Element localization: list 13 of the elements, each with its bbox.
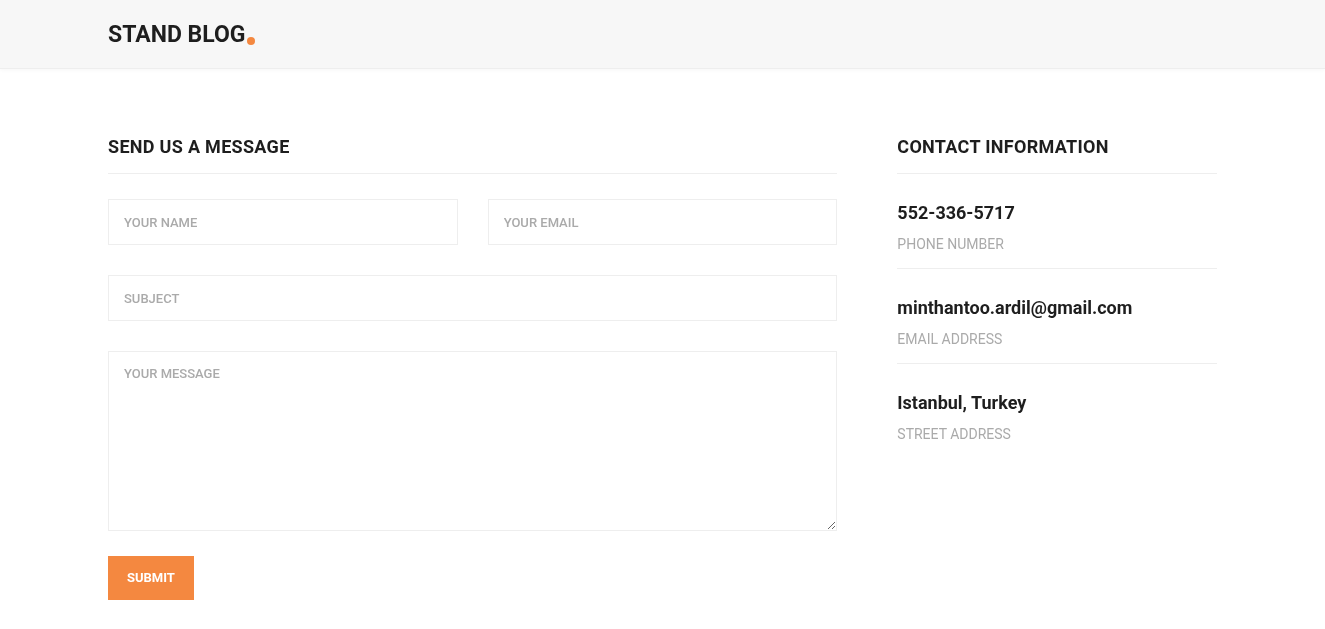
- contact-value: Istanbul, Turkey: [897, 392, 1028, 414]
- text-field[interactable]: YOUR NAME: [108, 199, 458, 245]
- contact-value: minthantoo.ardil@gmail.com: [897, 297, 1134, 319]
- contact-value: 552-336-5717: [897, 202, 1016, 224]
- site-logo[interactable]: STAND BLOG: [108, 22, 246, 46]
- text-field[interactable]: YOUR EMAIL: [487, 199, 838, 245]
- contact-label: STREET ADDRESS: [897, 426, 1012, 442]
- message-field[interactable]: YOUR MESSAGE: [108, 351, 838, 531]
- section-heading: SEND US A MESSAGE: [108, 136, 838, 174]
- contact-label: EMAIL ADDRESS: [897, 331, 1004, 347]
- contact-label: PHONE NUMBER: [897, 236, 1005, 252]
- text-field[interactable]: SUBJECT: [108, 275, 838, 321]
- section-heading: CONTACT INFORMATION: [897, 136, 1217, 174]
